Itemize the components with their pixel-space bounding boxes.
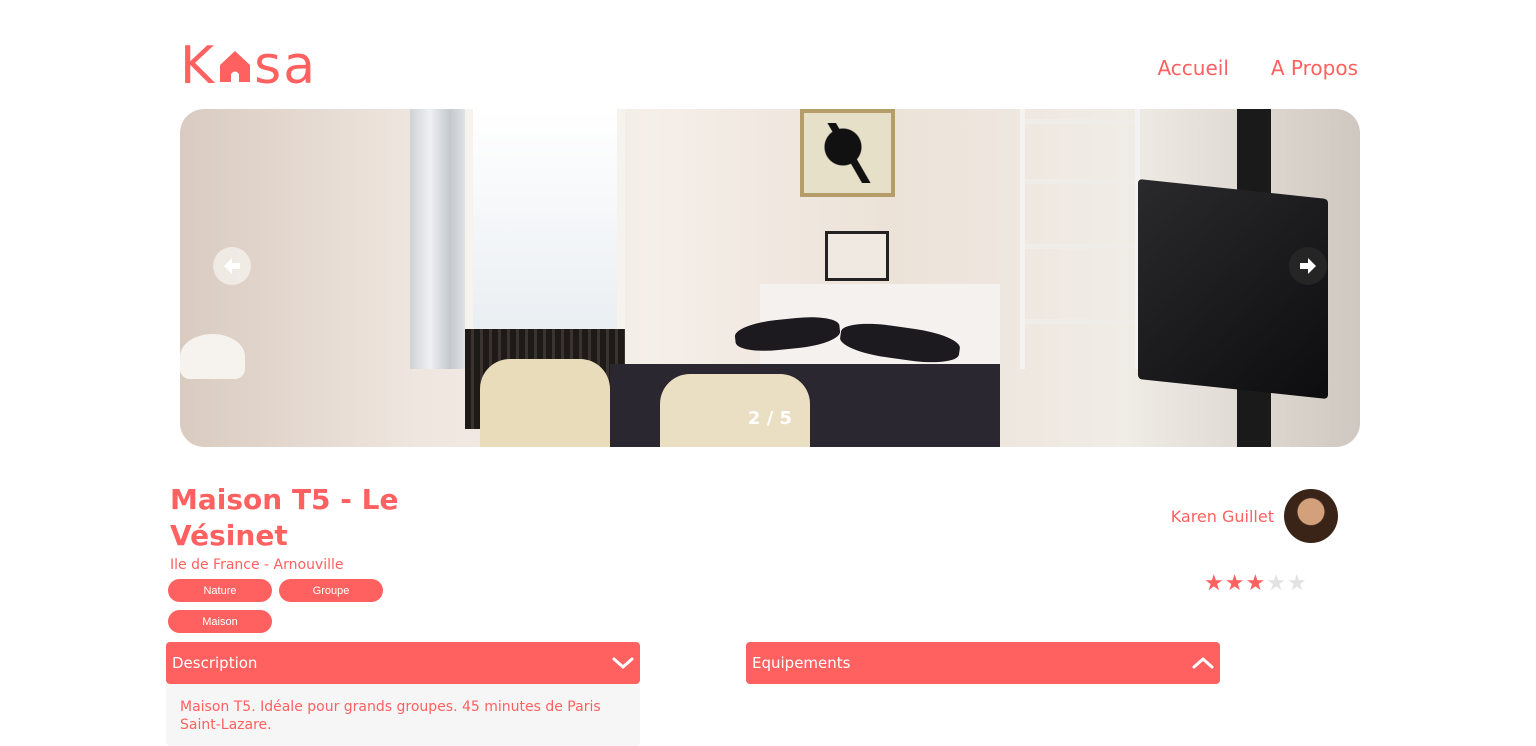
house-icon bbox=[220, 51, 251, 82]
arrow-right-icon bbox=[1300, 258, 1316, 274]
listing-title: Maison T5 - Le Vésinet bbox=[170, 483, 399, 552]
description-toggle[interactable]: Description bbox=[166, 642, 640, 684]
tag: Nature bbox=[168, 579, 272, 602]
host-info: Karen Guillet bbox=[1171, 489, 1338, 543]
photo-lamp bbox=[180, 334, 245, 379]
tag: Maison bbox=[168, 610, 272, 633]
host-name: Karen Guillet bbox=[1170, 506, 1274, 526]
main-nav: Accueil A Propos bbox=[1157, 56, 1358, 80]
listing-location: Ile de France - Arnouville bbox=[170, 557, 344, 573]
photo-armchair bbox=[480, 359, 610, 447]
description-text: Maison T5. Idéale pour grands groupes. 4… bbox=[166, 684, 640, 746]
star-icon: ★ bbox=[1245, 570, 1266, 595]
photo-curtain bbox=[410, 109, 470, 369]
tag: Groupe bbox=[279, 579, 383, 602]
star-icon: ★ bbox=[1266, 570, 1286, 595]
equipments-toggle[interactable]: Equipements bbox=[746, 642, 1220, 684]
photo-window bbox=[465, 109, 625, 339]
equipments-collapse: Equipements bbox=[746, 642, 1220, 684]
star-icon: ★ bbox=[1204, 570, 1224, 595]
site-header: K sa Accueil A Propos bbox=[180, 40, 1360, 96]
equipments-label: Equipements bbox=[752, 654, 851, 672]
photo-tv bbox=[1138, 179, 1328, 399]
photo-shelf bbox=[1020, 109, 1140, 369]
previous-slide-button[interactable] bbox=[213, 247, 251, 285]
description-collapse: Description Maison T5. Idéale pour grand… bbox=[166, 642, 640, 746]
logo-letters-sa: sa bbox=[254, 36, 318, 96]
nav-link-about[interactable]: A Propos bbox=[1271, 56, 1358, 80]
star-icon: ★ bbox=[1286, 570, 1307, 595]
host-avatar bbox=[1284, 489, 1338, 543]
photo-frame bbox=[825, 231, 889, 281]
rating-stars: ★ ★ ★ ★ ★ bbox=[1204, 570, 1307, 596]
tag-list: Nature Groupe Maison bbox=[168, 579, 398, 633]
arrow-left-icon bbox=[224, 258, 240, 274]
chevron-up-icon bbox=[1192, 657, 1214, 669]
photo-artwork bbox=[800, 109, 895, 197]
star-icon: ★ bbox=[1224, 570, 1245, 595]
logo-letter-k: K bbox=[180, 36, 217, 96]
photo-slideshow: 2 / 5 bbox=[180, 109, 1360, 447]
chevron-down-icon bbox=[612, 657, 634, 669]
kasa-logo[interactable]: K sa bbox=[180, 40, 317, 92]
slide-counter: 2 / 5 bbox=[747, 408, 793, 429]
next-slide-button[interactable] bbox=[1289, 247, 1327, 285]
description-label: Description bbox=[172, 654, 258, 672]
nav-link-home[interactable]: Accueil bbox=[1157, 56, 1228, 80]
